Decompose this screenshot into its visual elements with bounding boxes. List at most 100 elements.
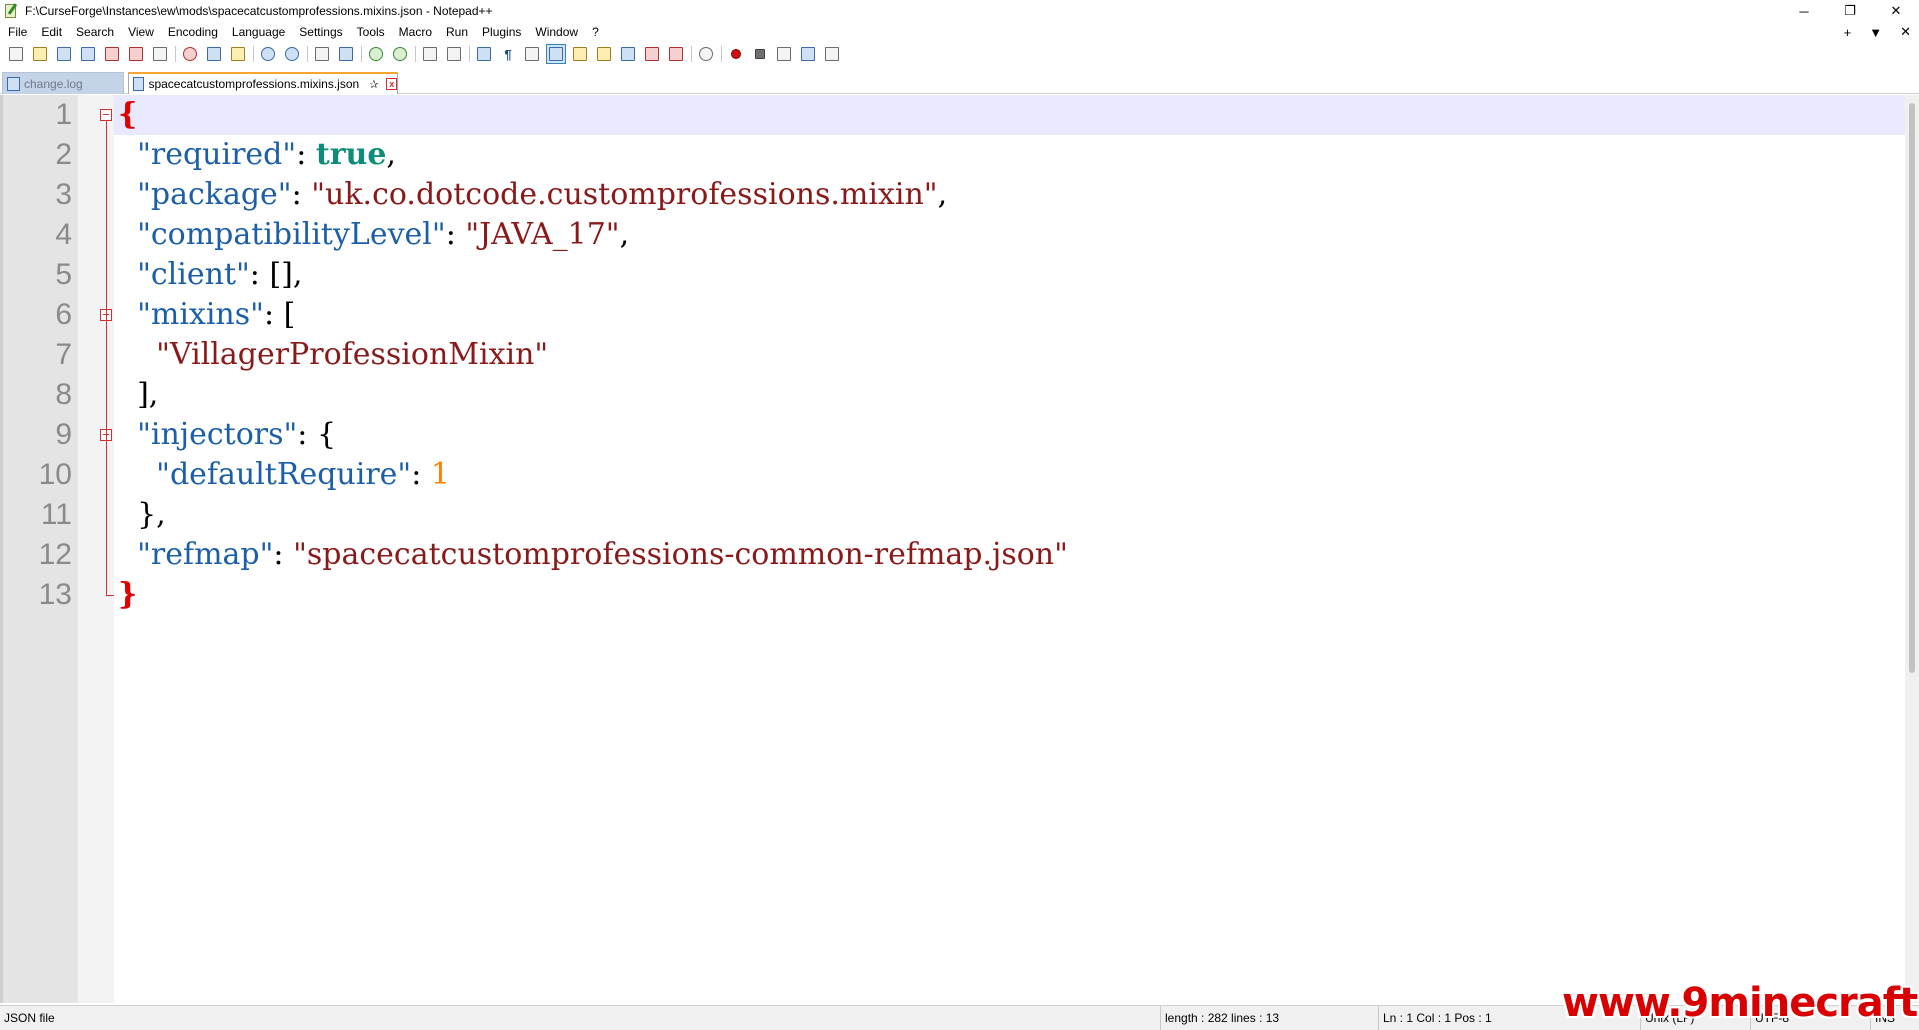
tab-change-log[interactable]: change.log: [2, 72, 124, 94]
indent-guide-button[interactable]: [522, 44, 542, 64]
code-text[interactable]: "package": "uk.co.dotcode.customprofessi…: [118, 175, 947, 215]
code-text[interactable]: ],: [118, 375, 158, 415]
doc-switcher-button[interactable]: [666, 44, 686, 64]
code-line[interactable]: 6 "mixins": [: [0, 295, 1905, 335]
show-all-chars-button[interactable]: ¶: [498, 44, 518, 64]
save-macro-button[interactable]: [822, 44, 842, 64]
menu-window[interactable]: Window: [528, 22, 585, 42]
code-text[interactable]: "refmap": "spacecatcustomprofessions-com…: [118, 535, 1068, 575]
replace-icon: [339, 47, 353, 61]
token-punc: ,: [386, 137, 396, 172]
menu-settings[interactable]: Settings: [292, 22, 349, 42]
close-all-button[interactable]: [126, 44, 146, 64]
copy-button[interactable]: [204, 44, 224, 64]
open-file-button[interactable]: [30, 44, 50, 64]
undo-icon: [261, 47, 275, 61]
vertical-scrollbar[interactable]: [1905, 95, 1919, 1003]
paste-button[interactable]: [228, 44, 248, 64]
code-line[interactable]: 9 "injectors": {: [0, 415, 1905, 455]
code-line[interactable]: 13}: [0, 575, 1905, 615]
word-wrap-button[interactable]: [474, 44, 494, 64]
doc-map-button[interactable]: [570, 44, 590, 64]
menu-plugins[interactable]: Plugins: [475, 22, 528, 42]
redo-button[interactable]: [282, 44, 302, 64]
scrollbar-thumb[interactable]: [1909, 103, 1915, 673]
code-text[interactable]: "defaultRequire": 1: [118, 455, 450, 495]
code-text[interactable]: {: [118, 95, 137, 135]
tab-list-down-icon[interactable]: ▼: [1869, 25, 1882, 40]
pin-icon[interactable]: ✰: [369, 78, 378, 91]
preview-button[interactable]: [696, 44, 716, 64]
zoom-out-icon: [393, 47, 407, 61]
close-button[interactable]: ✕: [1873, 0, 1919, 22]
print-button[interactable]: [150, 44, 170, 64]
new-file-button[interactable]: [6, 44, 26, 64]
menu-encoding[interactable]: Encoding: [161, 22, 225, 42]
code-line[interactable]: 4 "compatibilityLevel": "JAVA_17",: [0, 215, 1905, 255]
play-macro-button[interactable]: [774, 44, 794, 64]
line-number: 8: [55, 378, 72, 411]
close-tab-icon[interactable]: x: [386, 78, 397, 90]
menu-tools[interactable]: Tools: [350, 22, 392, 42]
code-text[interactable]: },: [118, 495, 166, 535]
maximize-button[interactable]: ❐: [1827, 0, 1873, 22]
record-macro-button[interactable]: [726, 44, 746, 64]
folder-workspace-button[interactable]: [618, 44, 638, 64]
token-str: "spacecatcustomprofessions-common-refmap…: [293, 537, 1068, 572]
close-button-tb[interactable]: [102, 44, 122, 64]
zoom-in-button[interactable]: [366, 44, 386, 64]
find-button[interactable]: [312, 44, 332, 64]
menu-help[interactable]: ?: [585, 22, 606, 42]
close-document-icon[interactable]: ✕: [1900, 24, 1911, 40]
code-text[interactable]: "injectors": {: [118, 415, 336, 455]
toolbar-separator: [253, 46, 254, 62]
folder-workspace-icon: [621, 47, 635, 61]
code-text[interactable]: }: [118, 575, 137, 615]
file-saved-icon: [7, 76, 20, 91]
code-text[interactable]: "required": true,: [118, 135, 396, 175]
fold-toggle-icon[interactable]: [100, 109, 112, 121]
save-all-button[interactable]: [78, 44, 98, 64]
code-text[interactable]: "VillagerProfessionMixin": [118, 335, 548, 375]
stop-macro-button[interactable]: [750, 44, 770, 64]
record-icon: [731, 49, 741, 59]
code-line[interactable]: 7 "VillagerProfessionMixin": [0, 335, 1905, 375]
code-line[interactable]: 3 "package": "uk.co.dotcode.customprofes…: [0, 175, 1905, 215]
code-line[interactable]: 5 "client": [],: [0, 255, 1905, 295]
code-line[interactable]: 11 },: [0, 495, 1905, 535]
code-text[interactable]: "client": [],: [118, 255, 302, 295]
zoom-in-icon: [369, 47, 383, 61]
code-line[interactable]: 12 "refmap": "spacecatcustomprofessions-…: [0, 535, 1905, 575]
save-button[interactable]: [54, 44, 74, 64]
code-text[interactable]: "compatibilityLevel": "JAVA_17",: [118, 215, 629, 255]
code-line[interactable]: 2 "required": true,: [0, 135, 1905, 175]
run-macro-multiple-button[interactable]: [798, 44, 818, 64]
monitoring-button[interactable]: [642, 44, 662, 64]
editor-area[interactable]: 1{2 "required": true, 3 "package": "uk.co…: [0, 95, 1919, 1003]
sync-vertical-button[interactable]: [420, 44, 440, 64]
replace-button[interactable]: [336, 44, 356, 64]
menu-language[interactable]: Language: [225, 22, 292, 42]
code-line[interactable]: 10 "defaultRequire": 1: [0, 455, 1905, 495]
tab-mixins-json[interactable]: spacecatcustomprofessions.mixins.json ✰ …: [128, 72, 398, 94]
menu-search[interactable]: Search: [69, 22, 121, 42]
zoom-out-button[interactable]: [390, 44, 410, 64]
menu-macro[interactable]: Macro: [392, 22, 439, 42]
user-defined-lang-button[interactable]: [546, 44, 566, 64]
code-text[interactable]: "mixins": [: [118, 295, 295, 335]
undo-button[interactable]: [258, 44, 278, 64]
sync-horizontal-button[interactable]: [444, 44, 464, 64]
menu-run[interactable]: Run: [439, 22, 475, 42]
menu-edit[interactable]: Edit: [34, 22, 69, 42]
line-number: 5: [55, 258, 72, 291]
cut-button[interactable]: [180, 44, 200, 64]
menu-view[interactable]: View: [121, 22, 161, 42]
save-macro-icon: [825, 47, 839, 61]
menu-file[interactable]: File: [0, 22, 34, 42]
function-list-button[interactable]: [594, 44, 614, 64]
minimize-button[interactable]: ─: [1781, 0, 1827, 22]
new-tab-plus-icon[interactable]: +: [1844, 25, 1852, 40]
print-icon: [153, 47, 167, 61]
code-line[interactable]: 8 ],: [0, 375, 1905, 415]
code-line[interactable]: 1{: [0, 95, 1905, 135]
